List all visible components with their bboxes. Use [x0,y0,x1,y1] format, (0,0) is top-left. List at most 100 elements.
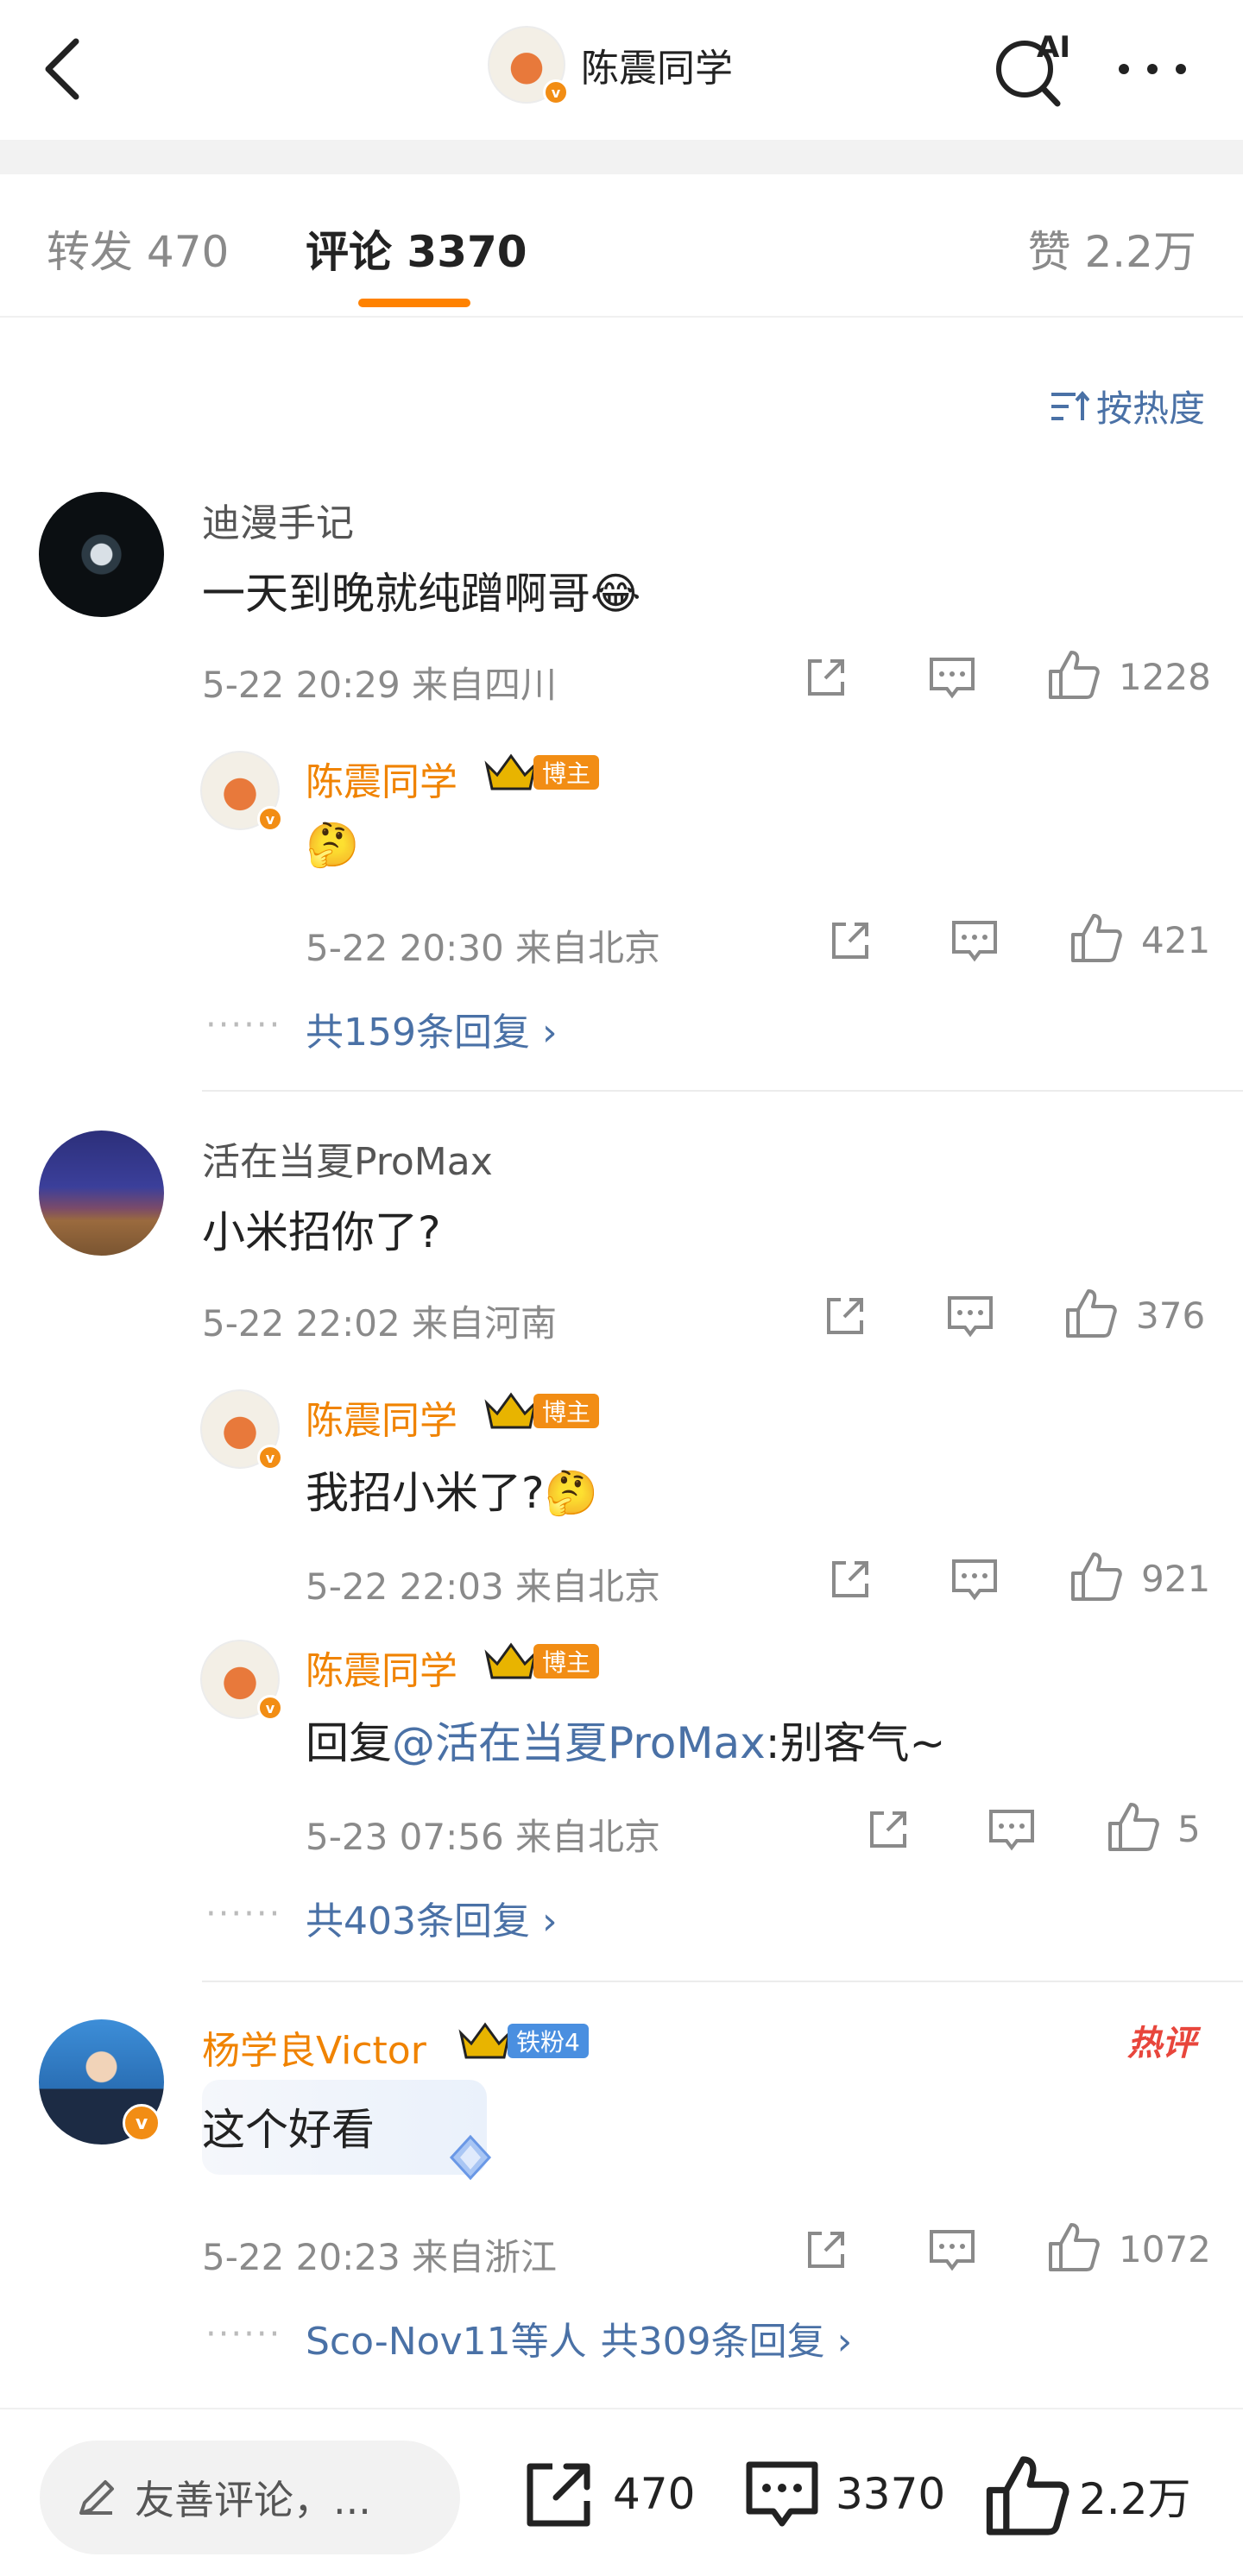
sort-label: 按热度 [1095,387,1205,430]
reply-meta: 5-22 22:03 来自北京 [306,1565,661,1608]
comment-text: 这个好看 [202,2105,375,2155]
comment-count: 3370 [836,2469,946,2519]
header-title-group[interactable]: v 陈震同学 [488,26,733,105]
avatar[interactable] [39,1131,164,1256]
crown-icon [484,753,538,790]
share-icon[interactable] [803,2226,849,2273]
verified-icon: v [543,79,569,105]
comment-username[interactable]: 杨学良Victor [202,2019,426,2075]
tab-bar: 转发 470 评论 3370 赞 2.2万 [0,174,1243,318]
view-replies-link[interactable]: Sco-Nov11等人 共309条回复 › [306,2310,852,2365]
thread-dots: ······ [205,2315,282,2354]
share-icon[interactable] [827,917,874,964]
sort-toggle[interactable]: 按热度 [1050,380,1205,432]
repost-count: 470 [613,2469,696,2519]
share-icon[interactable] [827,1556,874,1603]
like-icon[interactable] [1069,1551,1123,1603]
verified-icon: v [257,806,283,832]
badge-label: 铁粉4 [508,2024,589,2058]
comment-meta: 5-22 22:02 来自河南 [202,1302,558,1345]
more-icon[interactable] [1114,47,1191,91]
reply-username[interactable]: 陈震同学 [306,1389,457,1445]
comment-text: 一天到晚就纯蹭啊哥😂 [202,569,641,619]
active-tab-indicator [358,299,470,307]
comment-username[interactable]: 迪漫手记 [202,492,354,547]
verified-icon: v [257,1695,283,1721]
top-bar: v 陈震同学 AI [0,0,1243,138]
reply-text: 回复@活在当夏ProMax:别客气~ [306,1718,946,1768]
bottom-action-bar: 友善评论，... 470 3370 2.2万 [0,2408,1243,2576]
like-count: 421 [1141,919,1211,961]
reply-users: Sco-Nov11等人 [306,2320,587,2364]
repost-button[interactable]: 470 [518,2453,695,2535]
reply-username[interactable]: 陈震同学 [306,751,457,806]
comment-input-placeholder: 友善评论，... [135,2477,371,2523]
back-icon[interactable] [35,35,95,104]
reply-icon[interactable] [950,1558,999,1603]
tab-likes[interactable]: 赞 2.2万 [1028,217,1196,280]
like-count: 1072 [1119,2228,1211,2271]
like-count-total: 2.2万 [1079,2474,1191,2524]
badge-label: 博主 [533,1394,600,1428]
reply-icon[interactable] [946,1294,994,1339]
laugh-cry-emoji: 😂 [590,569,641,619]
thinking-emoji: 🤔 [544,1468,598,1518]
comment-input[interactable]: 友善评论，... [40,2441,460,2554]
like-icon[interactable] [1047,649,1101,701]
comment-button[interactable]: 3370 [741,2453,945,2535]
comment-meta: 5-22 20:23 来自浙江 [202,2236,558,2278]
mention-link[interactable]: @活在当夏ProMax [392,1718,766,1768]
like-icon[interactable] [1069,912,1123,964]
like-icon [986,2456,1069,2535]
page-title: 陈震同学 [581,47,733,91]
reply-meta: 5-22 20:30 来自北京 [306,927,661,969]
comment-meta: 5-22 20:29 来自四川 [202,664,558,706]
like-icon[interactable] [1047,2221,1101,2273]
badge-label: 博主 [533,755,600,790]
divider [202,1981,1243,1982]
hot-comment-badge: 热评 [1127,2024,1196,2063]
like-count: 1228 [1119,656,1211,698]
avatar[interactable]: v [200,1389,283,1471]
tab-comments[interactable]: 评论 3370 [306,217,527,280]
blogger-badge: 博主 [483,753,600,792]
avatar[interactable] [39,492,164,617]
reply-icon[interactable] [928,2228,976,2273]
comment-icon [746,2461,818,2527]
tab-reposts[interactable]: 转发 470 [47,217,229,280]
diamond-icon [449,2134,492,2181]
reply-icon[interactable] [950,919,999,964]
avatar[interactable]: v [488,26,569,105]
blogger-badge: 博主 [483,1641,600,1681]
reply-text: 我招小米了?🤔 [306,1468,598,1518]
separator-band [0,140,1243,174]
view-replies-link[interactable]: 共403条回复 › [306,1890,558,1945]
thinking-emoji: 🤔 [306,820,360,870]
verified-icon: v [123,2104,161,2142]
comment-username[interactable]: 活在当夏ProMax [202,1131,493,1186]
pencil-icon [79,2480,114,2515]
like-count: 376 [1136,1294,1206,1337]
like-count: 921 [1141,1558,1211,1600]
like-count: 5 [1177,1808,1201,1850]
ai-search-icon[interactable]: AI [988,26,1075,108]
like-icon[interactable] [1064,1288,1118,1339]
divider [202,1090,1243,1092]
avatar[interactable]: v [200,751,283,832]
crown-icon [484,1392,538,1429]
like-icon[interactable] [1107,1801,1160,1853]
reply-icon[interactable] [928,656,976,701]
reply-icon[interactable] [987,1808,1036,1853]
avatar[interactable]: v [200,1640,283,1721]
share-icon[interactable] [803,654,849,701]
share-icon[interactable] [822,1293,868,1339]
like-button[interactable]: 2.2万 [984,2453,1191,2539]
share-icon[interactable] [865,1806,912,1853]
view-replies-link[interactable]: 共159条回复 › [306,1001,558,1056]
crown-icon [484,1642,538,1679]
reply-username[interactable]: 陈震同学 [306,1640,457,1695]
ai-label: AI [1037,30,1070,65]
blogger-badge: 博主 [483,1391,600,1431]
crown-icon [458,2022,512,2059]
repost-icon [527,2463,590,2527]
